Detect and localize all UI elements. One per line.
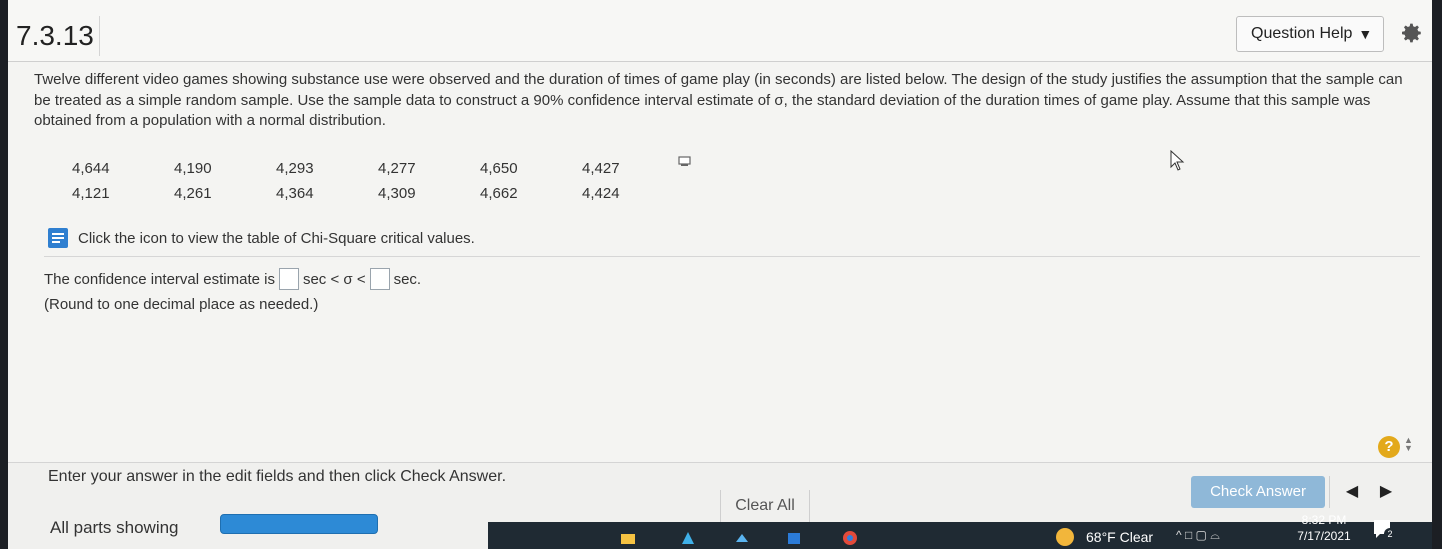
previous-arrow-icon[interactable]: ◀ [1338,478,1366,506]
app-icon[interactable] [734,530,750,546]
problem-text: Twelve different video games showing sub… [34,71,1403,129]
clock[interactable]: 8:32 PM 7/17/2021 [1294,512,1354,544]
notification-icon[interactable]: 2 [1372,518,1396,540]
weather-widget[interactable]: 68°F Clear [1056,528,1153,546]
table-cell: 4,364 [276,185,314,202]
top-bar: 7.3.13 Question Help ▼ [8,0,1432,62]
answer-line: The confidence interval estimate is sec … [44,268,421,290]
all-parts-label: All parts showing [50,518,179,537]
upper-bound-input[interactable] [369,268,390,290]
clock-date: 7/17/2021 [1297,529,1351,543]
file-explorer-icon[interactable] [620,530,636,546]
data-table: 4,644 4,190 4,293 4,277 4,650 4,427 4,12… [72,156,684,206]
footer-instruction: Enter your answer in the edit fields and… [48,468,507,485]
moon-icon [1056,528,1074,546]
progress-bar [220,514,378,534]
chevron-down-icon: ▼ [1358,26,1373,42]
question-help-button[interactable]: Question Help ▼ [1236,16,1384,52]
table-cell: 4,261 [174,185,212,202]
check-answer-button[interactable]: Check Answer [1191,476,1325,508]
lower-bound-input[interactable] [278,268,299,290]
store-icon[interactable] [786,530,802,546]
help-icon[interactable]: ? [1378,436,1400,458]
table-row: 4,644 4,190 4,293 4,277 4,650 4,427 [72,156,684,181]
question-number: 7.3.13 [16,20,94,51]
table-cell: 4,190 [174,160,212,177]
table-cell: 4,121 [72,185,110,202]
table-cell: 4,427 [582,160,620,177]
weather-label: 68°F Clear [1086,529,1154,545]
answer-suffix: sec. [393,270,422,288]
scroll-arrows-icon[interactable]: ▲ ▼ [1404,436,1413,460]
table-cell: 4,650 [480,160,518,177]
table-cell: 4,662 [480,185,518,202]
answer-prefix: The confidence interval estimate is [44,270,275,288]
chi-square-link-label[interactable]: Click the icon to view the table of Chi-… [78,230,475,247]
divider [44,256,1420,257]
question-help-label: Question Help [1251,25,1353,42]
app-icon[interactable] [680,530,696,546]
table-cell: 4,424 [582,185,620,202]
next-arrow-icon[interactable]: ▶ [1372,478,1400,506]
chi-square-link[interactable]: Click the icon to view the table of Chi-… [46,226,475,250]
notification-count: 2 [1384,528,1396,540]
system-tray[interactable]: ^ □ ▢ ⌓ [1176,528,1220,543]
table-cell: 4,309 [378,185,416,202]
table-book-icon[interactable] [46,226,70,250]
table-cell: 4,277 [378,160,416,177]
mouse-pointer-icon [1170,150,1185,171]
screen: 7.3.13 Question Help ▼ Twelve different … [8,0,1432,549]
copy-data-icon[interactable] [678,156,692,168]
clear-all-button[interactable]: Clear All [720,490,810,522]
answer-middle: sec < σ < [302,270,366,288]
divider [1329,476,1330,508]
chrome-icon[interactable] [842,530,858,546]
table-cell: 4,293 [276,160,314,177]
clock-time: 8:32 PM [1301,513,1347,527]
table-row: 4,121 4,261 4,364 4,309 4,662 4,424 [72,181,684,206]
round-note: (Round to one decimal place as needed.) [44,296,319,313]
table-cell: 4,644 [72,160,110,177]
gear-icon[interactable] [1398,18,1424,48]
